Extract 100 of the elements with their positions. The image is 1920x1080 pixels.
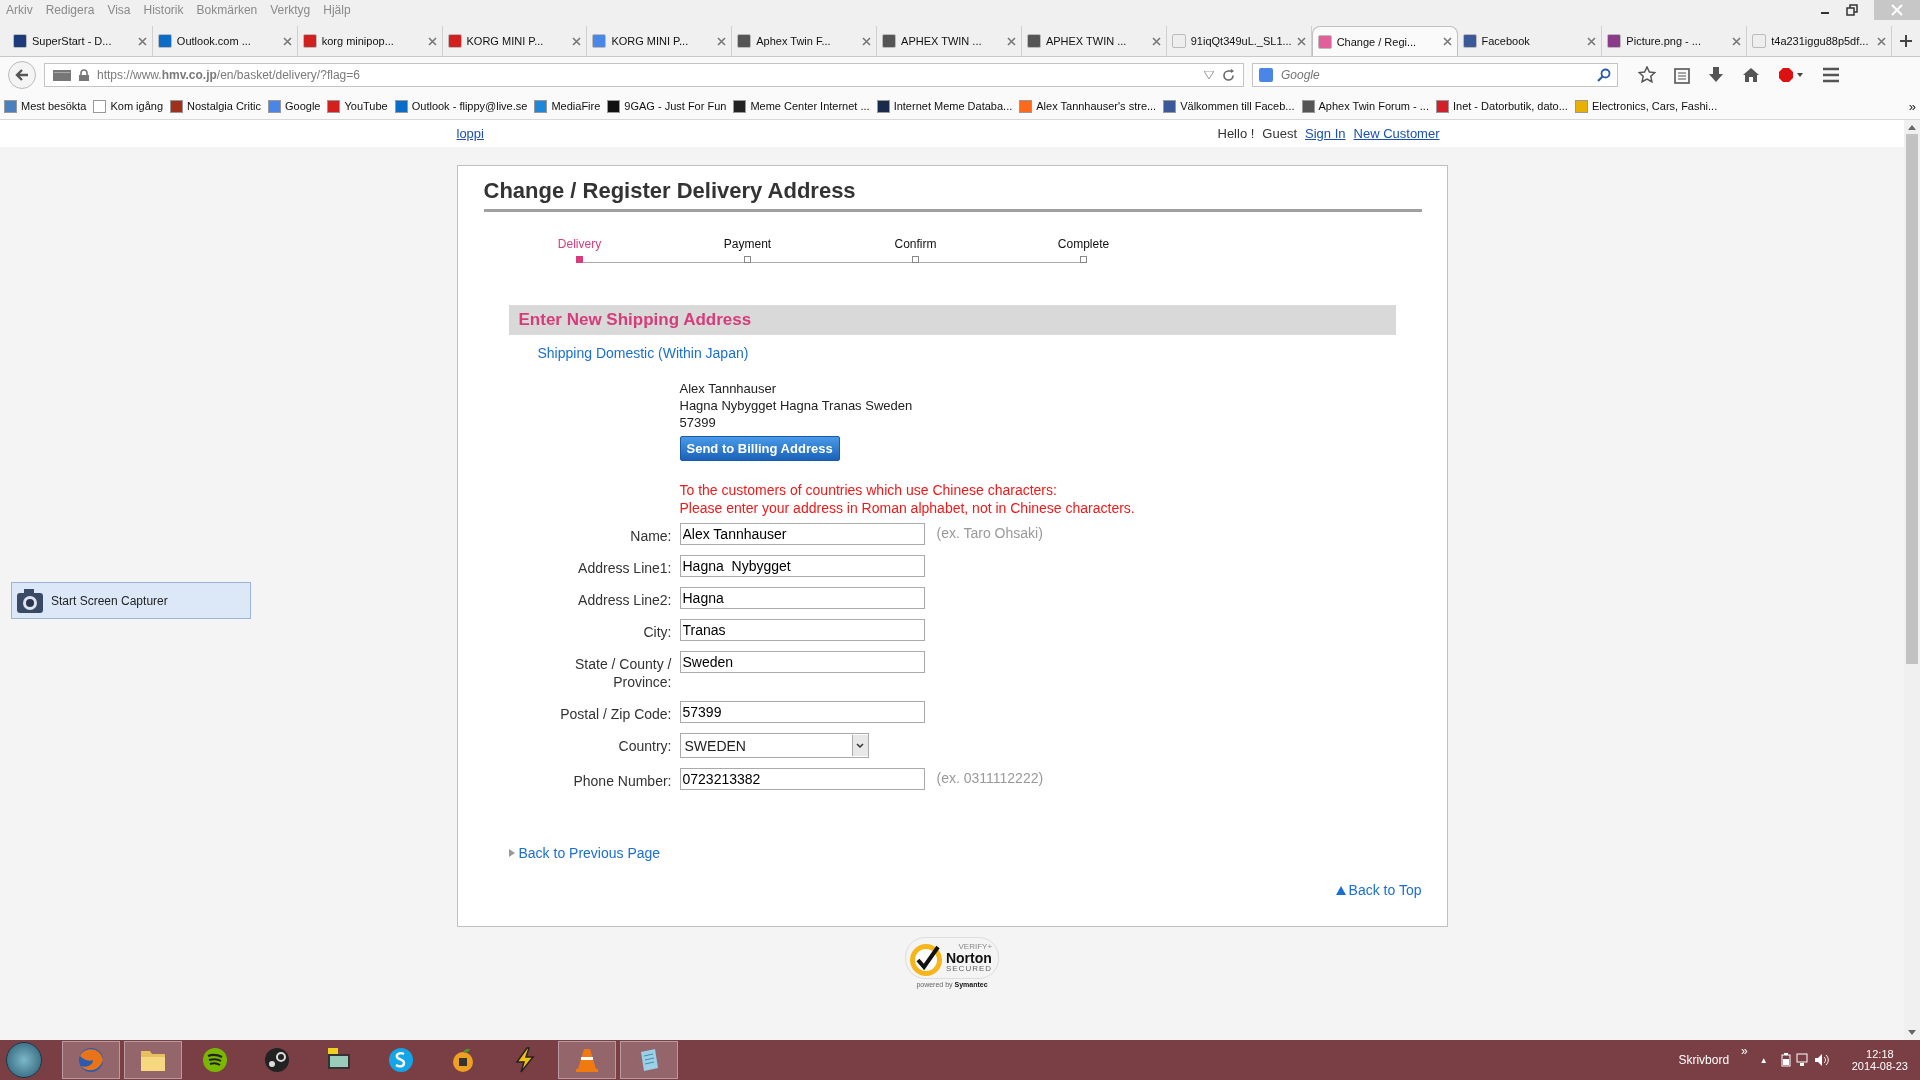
browser-tab[interactable]: Aphex Twin F... (732, 26, 878, 56)
input-field[interactable]: Hagna Nybygget (679, 555, 925, 577)
browser-tab[interactable]: APHEX TWIN ... (877, 26, 1022, 56)
close-icon[interactable] (1587, 36, 1597, 46)
screen-capturer-button[interactable]: Start Screen Capturer (11, 582, 251, 619)
close-icon[interactable] (282, 36, 292, 46)
bookmark-item[interactable]: Välkommen till Faceb... (1163, 99, 1295, 113)
bookmark-item[interactable]: Meme Center Internet ... (733, 99, 870, 113)
close-icon[interactable] (717, 36, 727, 46)
close-icon[interactable] (1442, 37, 1452, 46)
close-icon[interactable] (1296, 36, 1306, 46)
menu-icon[interactable] (1822, 67, 1840, 83)
back-link[interactable]: Back to Previous Page (518, 845, 661, 861)
close-icon[interactable] (1006, 36, 1016, 46)
bookmark-item[interactable]: Aphex Twin Forum - ... (1301, 99, 1429, 113)
step-label: Delivery (557, 237, 602, 251)
bookmark-item[interactable]: YouTube (327, 99, 388, 113)
up-triangle-icon (1335, 885, 1346, 895)
new-customer-link[interactable]: New Customer (1353, 126, 1440, 141)
search-icon[interactable] (1597, 68, 1611, 82)
reload-icon[interactable] (1222, 68, 1235, 82)
bookmark-item[interactable]: Electronics, Cars, Fashi... (1574, 99, 1718, 113)
battery-icon[interactable] (1779, 1053, 1792, 1067)
fox-globe-icon (77, 1046, 105, 1074)
bookmark-item[interactable]: Google (268, 99, 321, 113)
stop-sign-icon[interactable] (1778, 67, 1804, 83)
browser-tab[interactable]: 91iqQt349uL._SL1... (1166, 26, 1312, 56)
clock[interactable]: 12:18 2014-08-23 (1851, 1048, 1908, 1072)
back-arrow-icon (14, 67, 30, 83)
close-icon[interactable] (1877, 36, 1887, 46)
input-field[interactable]: 57399 (679, 701, 925, 723)
seal-caption: VERIFY+ (957, 943, 993, 951)
bookmark-item[interactable]: Mest besökta (4, 99, 87, 113)
close-icon[interactable] (1732, 36, 1742, 46)
browser-tab[interactable]: Picture.png - ... (1602, 26, 1748, 56)
close-icon[interactable] (862, 36, 872, 46)
address-line: 57399 (679, 414, 717, 431)
address-line: Hagna Nybygget Hagna Tranas Sweden (679, 397, 914, 414)
clipboard-icon[interactable] (1674, 66, 1690, 84)
bookmark-item[interactable]: Inet - Datorbutik, dato... (1435, 99, 1568, 113)
download-icon[interactable] (1708, 66, 1724, 84)
close-icon[interactable] (572, 36, 582, 46)
bookmark-item[interactable]: Internet Meme Databa... (876, 99, 1013, 113)
input-field[interactable]: Alex Tannhauser (679, 523, 925, 545)
camera-icon (15, 586, 45, 615)
home-link[interactable]: loppi (456, 126, 484, 141)
search-input[interactable]: Google (1279, 67, 1591, 83)
back-button[interactable] (8, 61, 36, 89)
input-field[interactable]: Hagna (679, 587, 925, 609)
field-label: Postal / Zip Code: (559, 705, 673, 723)
seal-caption: SECURED (945, 965, 993, 973)
google-icon (1259, 68, 1273, 82)
overflow-button[interactable]: » (1741, 1044, 1748, 1058)
speaker-icon[interactable] (1813, 1053, 1830, 1067)
send-to-billing-button[interactable]: Send to Billing Address (679, 436, 840, 461)
user-name: Guest (1262, 126, 1298, 141)
address-field[interactable]: https://www.hmv.co.jp/en/basket/delivery/?flag=6 (44, 63, 1244, 87)
input-field[interactable]: Sweden (679, 651, 925, 673)
sign-in-link[interactable]: Sign In (1305, 126, 1346, 141)
bookmark-item[interactable]: Alex Tannhauser's stre... (1019, 99, 1157, 113)
close-icon[interactable] (137, 36, 147, 46)
browser-tab[interactable]: SuperStart - D... (8, 26, 153, 56)
home-icon[interactable] (1742, 66, 1760, 84)
shipping-link[interactable]: Shipping Domestic (Within Japan) (537, 345, 749, 361)
star-icon[interactable] (1638, 66, 1656, 84)
desktop-toolbar-label[interactable]: Skrivbord (1678, 1053, 1730, 1067)
country-dropdown[interactable]: SWEDEN (679, 733, 869, 758)
browser-tab[interactable]: Facebook (1457, 26, 1603, 56)
bookmark-item[interactable]: Nostalgia Critic (170, 99, 261, 113)
bookmark-item[interactable]: Outlook - flippy@live.se (394, 99, 528, 113)
scroll-down-icon[interactable] (1908, 1030, 1916, 1036)
bookmark-item[interactable]: MediaFire (534, 99, 601, 113)
add-icon[interactable] (1900, 35, 1913, 47)
dropdown-icon[interactable] (1204, 71, 1214, 79)
browser-tab[interactable]: Change / Regi... (1311, 26, 1458, 56)
browser-tab[interactable]: t4a231iggu88p5df... (1747, 26, 1893, 56)
chevron-down-icon (856, 742, 864, 749)
browser-tab[interactable]: APHEX TWIN ... (1021, 26, 1167, 56)
hint-text: (ex. Taro Ohsaki) (936, 524, 1043, 541)
overflow-button[interactable]: » (1908, 98, 1916, 114)
field-label: Country: (617, 737, 673, 755)
input-field[interactable]: Tranas (679, 619, 925, 641)
browser-tab[interactable]: KORG MINI P... (587, 26, 733, 56)
search-field[interactable]: Google (1252, 63, 1618, 87)
bookmark-item[interactable]: Kom igång (93, 99, 163, 113)
start-button[interactable] (6, 1042, 42, 1078)
close-icon[interactable] (1151, 36, 1161, 46)
bookmark-item[interactable]: 9GAG - Just For Fun (607, 99, 727, 113)
browser-tab[interactable]: Outlook.com ... (152, 26, 298, 56)
input-field[interactable]: 0723213382 (679, 768, 925, 790)
tray-arrow-button[interactable]: ▲ (1759, 1055, 1768, 1065)
restore-icon[interactable] (1846, 4, 1858, 16)
chat-bubble-icon (387, 1046, 415, 1074)
close-icon[interactable] (427, 36, 437, 46)
scroll-up-icon[interactable] (1908, 124, 1916, 130)
browser-tab[interactable]: KORG MINI P... (442, 26, 588, 56)
triangle-icon (508, 849, 515, 857)
back-to-top-link[interactable]: Back to Top (1348, 882, 1422, 898)
notice-text: To the customers of countries which use Chinese characters: (679, 481, 1058, 499)
browser-tab[interactable]: korg minipop... (297, 26, 443, 56)
